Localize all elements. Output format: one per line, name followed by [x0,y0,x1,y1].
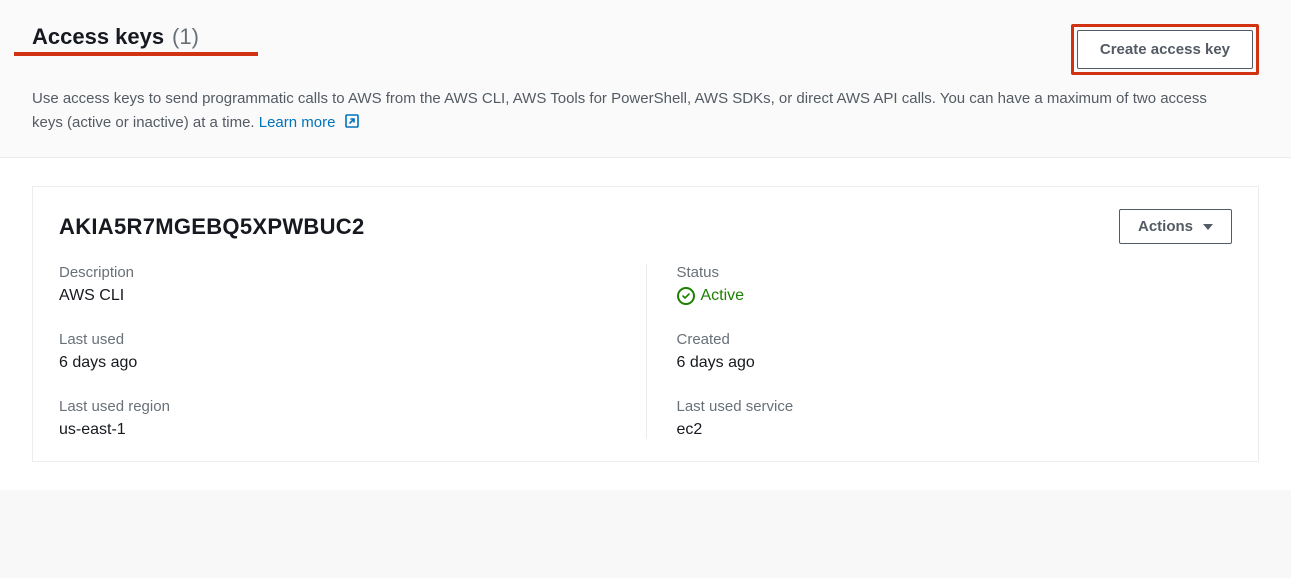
details-col-right: Status Active Created 6 days ag [646,264,1233,439]
details-col-left: Description AWS CLI Last used 6 days ago… [59,264,646,439]
title-wrap: Access keys (1) [32,24,199,50]
last-used-region-value: us-east-1 [59,421,616,439]
actions-label: Actions [1138,218,1193,235]
learn-more-label: Learn more [259,114,336,131]
field-description: Description AWS CLI [59,264,616,305]
access-key-id: AKIA5R7MGEBQ5XPWBUC2 [59,214,365,240]
last-used-service-label: Last used service [677,398,1203,415]
field-last-used-service: Last used service ec2 [677,398,1203,439]
external-link-icon [344,113,360,137]
panel-title: Access keys [32,24,164,49]
panel-header: Access keys (1) Create access key Use ac… [0,0,1291,158]
card-area: AKIA5R7MGEBQ5XPWBUC2 Actions Description… [0,158,1291,490]
learn-more-link[interactable]: Learn more [259,114,360,131]
description-label: Description [59,264,616,281]
card-header: AKIA5R7MGEBQ5XPWBUC2 Actions [59,209,1232,244]
description-text: Use access keys to send programmatic cal… [32,90,1207,131]
access-key-card: AKIA5R7MGEBQ5XPWBUC2 Actions Description… [32,186,1259,462]
created-label: Created [677,331,1203,348]
create-access-key-button[interactable]: Create access key [1077,30,1253,69]
field-status: Status Active [677,264,1203,305]
created-value: 6 days ago [677,354,1203,372]
last-used-value: 6 days ago [59,354,616,372]
field-last-used-region: Last used region us-east-1 [59,398,616,439]
header-row: Access keys (1) Create access key [32,24,1259,75]
last-used-label: Last used [59,331,616,348]
keys-count: (1) [172,24,199,49]
access-keys-panel: Access keys (1) Create access key Use ac… [0,0,1291,490]
details-grid: Description AWS CLI Last used 6 days ago… [59,264,1232,439]
status-label: Status [677,264,1203,281]
last-used-service-value: ec2 [677,421,1203,439]
status-row: Active [677,287,1203,305]
actions-button[interactable]: Actions [1119,209,1232,244]
highlight-box: Create access key [1071,24,1259,75]
field-created: Created 6 days ago [677,331,1203,372]
caret-down-icon [1203,224,1213,230]
highlight-underline [14,52,258,56]
panel-description: Use access keys to send programmatic cal… [32,87,1232,137]
status-value: Active [701,287,745,305]
check-circle-icon [677,287,695,305]
last-used-region-label: Last used region [59,398,616,415]
description-value: AWS CLI [59,287,616,305]
field-last-used: Last used 6 days ago [59,331,616,372]
